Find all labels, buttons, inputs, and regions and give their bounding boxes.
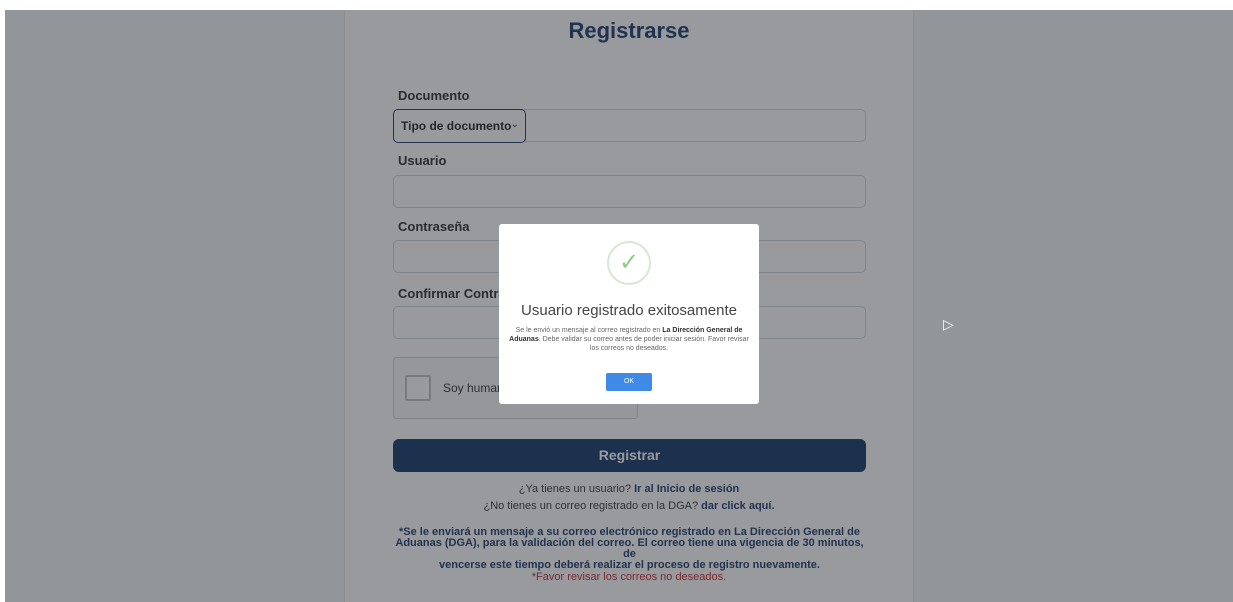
ok-button[interactable]: OK (606, 373, 652, 391)
modal-text-suffix: . Debe validar su correo antes de poder … (538, 336, 749, 352)
browser-viewport: Registrarse Documento Tipo de documento … (5, 10, 1233, 602)
mouse-cursor-icon: ▷ (943, 316, 954, 332)
modal-text-prefix: Se le envió un mensaje al correo registr… (515, 327, 661, 334)
modal-title: Usuario registrado exitosamente (521, 302, 737, 319)
success-modal: ✓ Usuario registrado exitosamente Se le … (499, 224, 759, 404)
success-check-icon: ✓ (607, 241, 651, 285)
modal-message: Se le envió un mensaje al correo registr… (509, 326, 749, 353)
